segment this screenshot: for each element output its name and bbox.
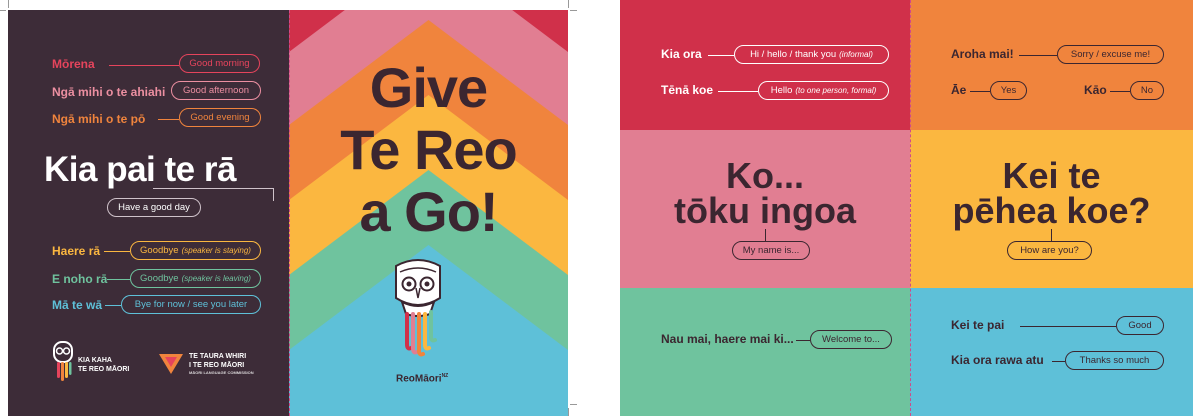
connector-line [718,91,758,92]
translation-pill: My name is... [732,241,810,260]
phrase-text: Āe [951,83,967,97]
translation-text: Good morning [189,58,250,69]
translation-pill: Hi / hello / thank you (informal) [734,45,889,64]
greeting-phrase: Ngā mihi o te pō [52,112,146,126]
translation-text: How are you? [1020,245,1079,256]
translation-text: My name is... [742,245,800,256]
translation-note: (speaker is leaving) [181,274,251,283]
translation-text: Good [1128,320,1152,331]
brand-name: ReoMāori [396,373,442,385]
connector-line [765,229,766,241]
crop-mark [568,408,569,416]
connector-line [158,119,179,120]
translation-pill: Yes [990,81,1027,100]
farewell-phrase: Mā te wā [52,298,103,312]
greeting-phrase: Mōrena [52,57,95,71]
headline-line: tōku ingoa [674,190,856,231]
brand-logo: ReoMāoriNZ [396,373,448,384]
crop-mark [0,10,6,11]
logo-text-line: KIA KAHA [78,357,112,364]
left-panel: Mōrena Good morning Ngā mihi o te ahiahi… [8,10,289,416]
greeting-phrase: Ngā mihi o te ahiahi [52,85,166,99]
translation-text: Good evening [190,112,250,123]
crop-mark [568,0,569,8]
headline: Kia pai te rā [44,150,236,189]
right-spread: Kia ora Hi / hello / thank you (informal)… [620,0,1193,416]
phrase-text: Kāo [1084,83,1107,97]
translation-pill: No [1130,81,1164,100]
connector-line [708,55,734,56]
connector-line [104,251,130,252]
phrase-text: Aroha mai! [951,47,1014,61]
translation-pill: Good morning [179,54,260,73]
translation-text: Have a good day [118,202,190,213]
farewell-phrase: Haere rā [52,244,101,258]
logo-text-line: MĀORI LANGUAGE COMMISSION [189,370,254,375]
translation-pill: Thanks so much [1065,351,1164,370]
title-line: Give [369,56,488,119]
translation-pill: Good afternoon [171,81,261,100]
translation-pill: Sorry / excuse me! [1057,45,1164,64]
translation-text: Sorry / excuse me! [1070,49,1151,60]
logo-text-line: I TE REO MĀORI [189,361,245,369]
panel-top-left [620,0,910,130]
translation-note: (speaker is staying) [181,246,251,255]
translation-pill: Goodbye (speaker is leaving) [130,269,261,288]
translation-pill: Hello (to one person, formal) [758,81,889,100]
crop-mark [570,404,577,405]
phrase-text: Tēnā koe [661,83,714,97]
phrase-text: Kei te pai [951,318,1005,332]
headline-line: pēhea koe? [952,190,1151,231]
connector-line [796,340,810,341]
panel-top-right [910,0,1193,130]
translation-text: Goodbye [140,273,179,284]
connector-line [109,65,179,66]
translation-text: Thanks so much [1079,355,1150,366]
translation-text: Bye for now / see you later [134,299,248,310]
translation-pill: Good evening [179,108,261,127]
translation-text: Good afternoon [182,85,250,96]
translation-pill: Have a good day [107,198,201,217]
panel-bottom-left [620,288,910,416]
logo-text-line: TE TAURA WHIRI [189,353,247,360]
logo-text: TE TAURA WHIRI I TE REO MĀORI MĀORI LANG… [189,353,254,376]
farewell-phrase: E noho rā [52,272,108,286]
connector-line [1051,229,1052,241]
triangle-logo-icon [159,354,183,374]
translation-text: Goodbye [140,245,179,256]
logo-text-line: TE REO MĀORI [78,366,130,373]
connector-line [1110,91,1130,92]
translation-pill: Bye for now / see you later [121,295,261,314]
connector-line [105,305,121,306]
phrase-text: Kia ora [661,47,702,61]
connector-line [1020,326,1116,327]
connector-line [107,279,130,280]
translation-pill: Welcome to... [810,330,892,349]
connector-line [1019,55,1057,56]
headline-line: Kei te [1002,155,1101,196]
logo-text: KIA KAHA TE REO MĀORI [78,356,129,374]
tiki-mascot-icon [395,259,441,357]
translation-text: Welcome to... [822,334,880,345]
brand-suffix: NZ [441,373,449,379]
connector-line [1052,361,1065,362]
translation-text: Hi / hello / thank you [750,49,837,60]
translation-pill: Goodbye (speaker is staying) [130,241,261,260]
translation-note: (informal) [839,50,873,59]
crop-mark [8,0,9,8]
crop-mark [570,10,577,11]
tiki-logo-icon [53,341,73,381]
translation-pill: How are you? [1007,241,1092,260]
translation-text: Yes [1000,85,1017,96]
translation-note: (to one person, formal) [795,86,877,95]
phrase-text: Nau mai, haere mai ki... [661,332,794,346]
connector-line [970,91,990,92]
title-line: a Go! [359,180,498,243]
translation-text: No [1140,85,1154,96]
translation-text: Hello [770,85,793,96]
translation-pill: Good [1116,316,1164,335]
phrase-text: Kia ora rawa atu [951,353,1044,367]
title-line: Te Reo [340,118,518,181]
headline-line: Ko... [726,155,804,196]
